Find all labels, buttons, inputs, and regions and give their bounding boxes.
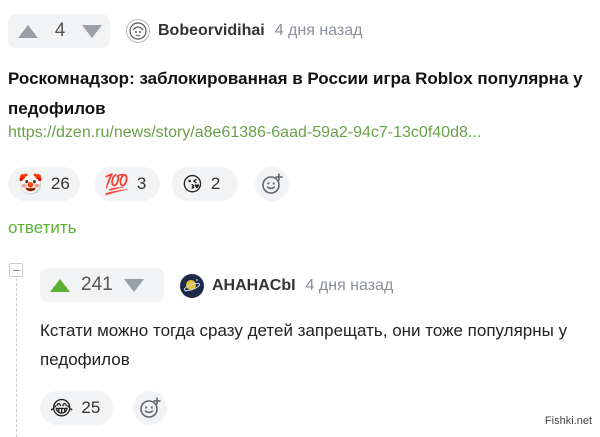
add-emoji-icon [262,173,283,194]
reaction-count: 25 [81,398,101,417]
reply-button[interactable]: ответить [8,218,77,238]
watermark: Fishki.net [544,415,592,427]
reaction-kiss[interactable]: 😘 2 [172,167,238,201]
clown-emoji-icon: 🤡 [18,172,43,196]
tears-of-joy-emoji-icon: 😂 [50,396,74,420]
reply-author-row: AHAHACbI 4 дня назад [180,273,393,299]
planet-avatar-icon [183,279,201,292]
post-author-row: Bobeorvidihai 4 дня назад [126,18,362,44]
upvote-arrow-icon[interactable] [50,278,70,292]
sketch-avatar-icon [129,22,147,40]
reply-vote-control: 241 [40,268,164,302]
reaction-count: 3 [136,174,147,193]
downvote-arrow-icon[interactable] [82,24,102,38]
post-title: Роскомнадзор: заблокированная в России и… [8,69,583,118]
reaction-hundred[interactable]: 💯 3 [94,167,160,201]
downvote-arrow-icon[interactable] [123,278,144,292]
upvote-arrow-icon[interactable] [18,24,38,38]
reply-score: 241 [81,274,113,295]
post-author-name[interactable]: Bobeorvidihai [158,22,265,40]
avatar[interactable] [126,19,150,43]
add-emoji-icon [140,397,161,418]
reply-text: Кстати можно тогда сразу детей запрещать… [40,321,568,369]
thread-line [16,273,17,437]
reaction-clown[interactable]: 🤡 26 [8,167,80,201]
kissing-face-emoji-icon: 😘 [182,172,203,196]
avatar[interactable] [180,274,204,298]
post-vote-control: 4 [8,14,110,48]
reaction-count: 26 [50,174,70,193]
post-timestamp[interactable]: 4 дня назад [275,22,363,40]
collapse-thread-button[interactable] [9,263,23,277]
reply-timestamp[interactable]: 4 дня назад [306,277,394,295]
add-reaction-button[interactable] [255,167,289,201]
minus-icon [12,269,20,271]
add-reaction-button[interactable] [133,391,167,425]
reaction-count: 2 [210,174,221,193]
post-score: 4 [54,20,66,41]
post-link[interactable]: https://dzen.ru/news/story/a8e61386-6aad… [8,124,481,142]
reaction-laughing[interactable]: 😂 25 [40,391,114,425]
reply-author-name[interactable]: AHAHACbI [212,277,296,295]
hundred-points-emoji-icon: 💯 [104,172,129,196]
